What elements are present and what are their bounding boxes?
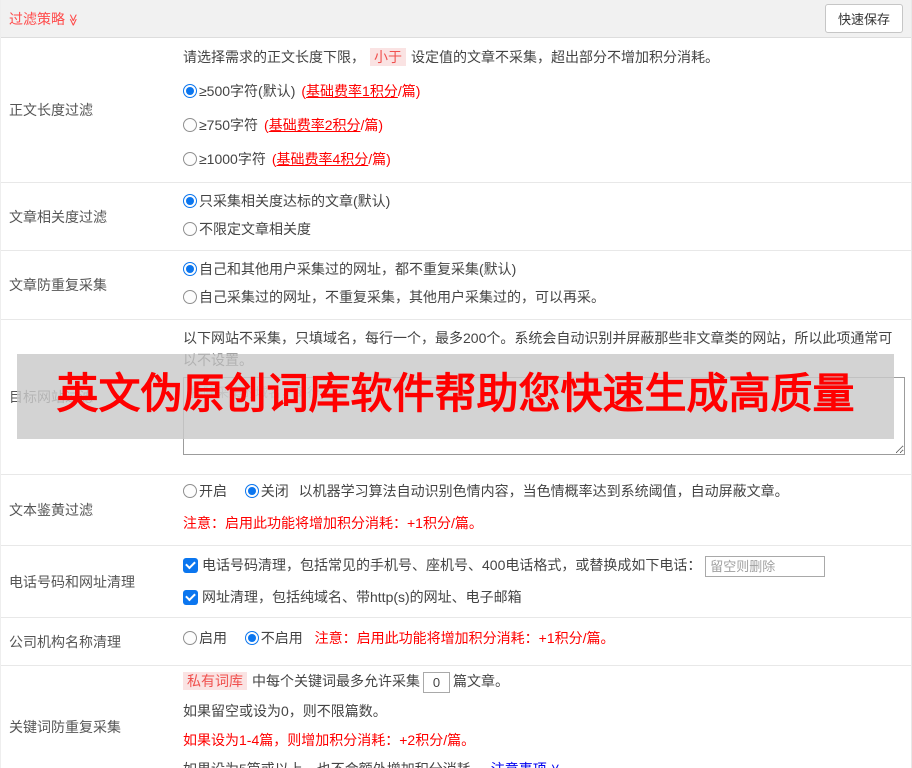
row-dedup-collection: 文章防重复采集 自己和其他用户采集过的网址，都不重复采集(默认) 自己采集过的网… <box>1 251 911 320</box>
row-label-content-length-filter: 正文长度过滤 <box>9 38 183 182</box>
header-bar: 过滤策略≫ 快速保存 <box>1 0 911 38</box>
row-label-keyword-dedup: 关键词防重复采集 <box>9 666 183 768</box>
filter-strategy-page: 过滤策略≫ 快速保存 正文长度过滤 请选择需求的正文长度下限，小于设定值的文章不… <box>0 0 912 768</box>
radio-checked-icon <box>245 484 259 498</box>
radio-checked-icon <box>245 631 259 645</box>
row-label-phone-url-clean: 电话号码和网址清理 <box>9 546 183 617</box>
radio-checked-icon <box>183 262 197 276</box>
radio-unchecked-icon <box>183 631 197 645</box>
content-length-description: 请选择需求的正文长度下限，小于设定值的文章不采集，超出部分不增加积分消耗。 <box>183 46 903 68</box>
radio-unchecked-icon <box>183 222 197 236</box>
fee-note: (基础费率1积分/篇) <box>301 83 420 99</box>
row-phone-url-clean: 电话号码和网址清理 电话号码清理，包括常见的手机号、座机号、400电话格式，或替… <box>1 546 911 618</box>
radio-option-relevance-only[interactable]: 只采集相关度达标的文章(默认) <box>183 190 903 212</box>
radio-option-dedup-all-users[interactable]: 自己和其他用户采集过的网址，都不重复采集(默认) <box>183 258 903 280</box>
radio-unchecked-icon <box>183 290 197 304</box>
row-target-site-filter: 目标网站过滤 以下网站不采集，只填域名，每行一个，最多200个。系统会自动识别并… <box>1 320 911 475</box>
radio-checked-icon <box>183 84 197 98</box>
radio-option-relevance-any[interactable]: 不限定文章相关度 <box>183 218 903 240</box>
notes-link[interactable]: 注意事项≫ <box>491 761 562 768</box>
highlight-private-thesaurus: 私有词库 <box>183 672 247 690</box>
replacement-phone-input[interactable] <box>705 556 825 577</box>
chevron-down-icon: ≫ <box>544 764 566 768</box>
checkbox-checked-icon <box>183 590 198 605</box>
ad-banner-overlay[interactable]: 英文伪原创词库软件帮助您快速生成高质量 <box>17 354 894 439</box>
max-articles-input[interactable] <box>423 672 450 693</box>
row-company-clean: 公司机构名称清理 启用 不启用 注意：启用此功能将增加积分消耗：+1积分/篇。 <box>1 618 911 666</box>
radio-option-porn-filter-off[interactable]: 关闭 <box>245 483 289 499</box>
checkbox-checked-icon <box>183 558 198 573</box>
quick-save-button[interactable]: 快速保存 <box>825 4 903 33</box>
radio-option-dedup-self-only[interactable]: 自己采集过的网址，不重复采集，其他用户采集过的，可以再采。 <box>183 286 903 308</box>
page-title[interactable]: 过滤策略≫ <box>9 9 80 29</box>
radio-option-company-clean-on[interactable]: 启用 <box>183 630 227 646</box>
radio-option-1000-chars[interactable]: ≥1000字符(基础费率4积分/篇) <box>183 148 903 170</box>
keyword-dedup-note-five: 如果设为5篇或以上，也不会额外增加积分消耗。 <box>183 761 485 768</box>
porn-filter-description: 以机器学习算法自动识别色情内容，当色情概率达到系统阈值，自动屏蔽文章。 <box>299 483 789 499</box>
checkbox-phone-clean[interactable]: 电话号码清理，包括常见的手机号、座机号、400电话格式，或替换成如下电话： <box>183 557 701 573</box>
row-porn-filter: 文本鉴黄过滤 开启 关闭 以机器学习算法自动识别色情内容，当色情概率达到系统阈值… <box>1 475 911 546</box>
radio-option-500-chars[interactable]: ≥500字符(默认)(基础费率1积分/篇) <box>183 80 903 102</box>
radio-option-porn-filter-on[interactable]: 开启 <box>183 483 227 499</box>
chevron-down-icon: ≫ <box>66 13 80 26</box>
keyword-dedup-note-fee: 如果设为1-4篇，则增加积分消耗：+2积分/篇。 <box>183 729 903 751</box>
company-clean-note: 注意：启用此功能将增加积分消耗：+1积分/篇。 <box>315 630 615 646</box>
radio-unchecked-icon <box>183 152 197 166</box>
keyword-dedup-note-empty: 如果留空或设为0，则不限篇数。 <box>183 700 903 722</box>
radio-option-company-clean-off[interactable]: 不启用 <box>245 630 303 646</box>
checkbox-url-clean[interactable]: 网址清理，包括纯域名、带http(s)的网址、电子邮箱 <box>183 589 522 605</box>
page-title-text: 过滤策略 <box>9 11 65 27</box>
fee-note: (基础费率2积分/篇) <box>264 117 383 133</box>
radio-unchecked-icon <box>183 118 197 132</box>
row-label-company-clean: 公司机构名称清理 <box>9 618 183 665</box>
highlight-less-than: 小于 <box>370 48 406 66</box>
fee-note: (基础费率4积分/篇) <box>272 151 391 167</box>
radio-checked-icon <box>183 194 197 208</box>
radio-option-750-chars[interactable]: ≥750字符(基础费率2积分/篇) <box>183 114 903 136</box>
row-content-length-filter: 正文长度过滤 请选择需求的正文长度下限，小于设定值的文章不采集，超出部分不增加积… <box>1 38 911 183</box>
row-label-dedup-collection: 文章防重复采集 <box>9 251 183 319</box>
row-keyword-dedup: 关键词防重复采集 私有词库中每个关键词最多允许采集篇文章。 如果留空或设为0，则… <box>1 666 911 768</box>
row-relevance-filter: 文章相关度过滤 只采集相关度达标的文章(默认) 不限定文章相关度 <box>1 183 911 251</box>
row-label-porn-filter: 文本鉴黄过滤 <box>9 475 183 545</box>
row-label-relevance-filter: 文章相关度过滤 <box>9 183 183 250</box>
radio-unchecked-icon <box>183 484 197 498</box>
porn-filter-note: 注意：启用此功能将增加积分消耗：+1积分/篇。 <box>183 512 903 534</box>
